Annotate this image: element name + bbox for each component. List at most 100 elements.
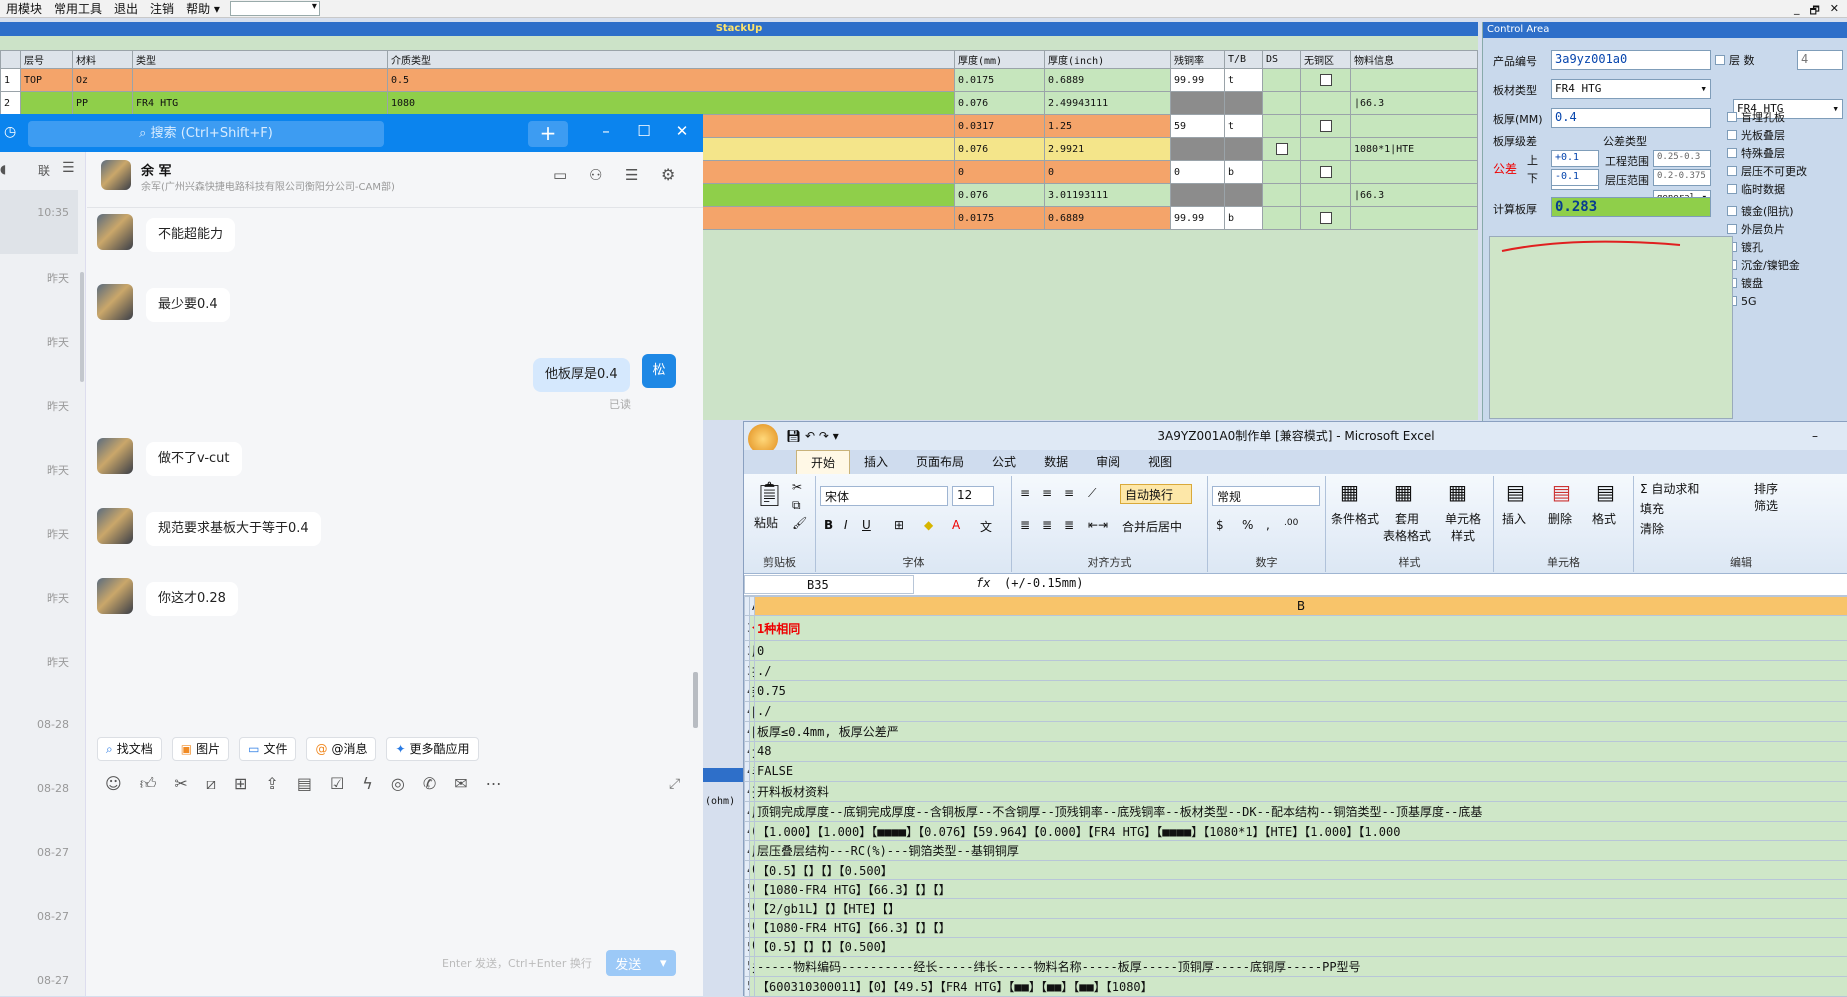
cell-mm[interactable]: 0.076 — [955, 184, 1045, 207]
cell-b[interactable]: 0.75 — [755, 681, 1847, 701]
cell-residual[interactable] — [1171, 184, 1225, 207]
cell-layer[interactable]: TOP — [21, 69, 73, 92]
cell-tb[interactable] — [1225, 138, 1263, 161]
layers-checkbox[interactable] — [1715, 55, 1725, 65]
check-enig[interactable]: 沉金/镍钯金 — [1727, 256, 1847, 274]
cell-info[interactable] — [1351, 161, 1478, 184]
cell-info[interactable] — [1351, 115, 1478, 138]
indent-icon[interactable]: ⇤⇥ — [1088, 518, 1108, 532]
messages-scrollbar[interactable] — [693, 672, 698, 728]
mail-icon[interactable]: ✉ — [454, 774, 467, 794]
cell-info[interactable] — [1351, 207, 1478, 230]
underline-icon[interactable]: U — [862, 518, 871, 532]
cell-a[interactable]: 合拼板数 — [750, 616, 755, 641]
video-icon[interactable]: ◎ — [391, 774, 405, 794]
check-box[interactable] — [1727, 148, 1737, 158]
align-center-icon[interactable]: ≣ — [1042, 518, 1052, 532]
cell-ds[interactable] — [1263, 115, 1301, 138]
cell-residual[interactable]: 99.99 — [1171, 69, 1225, 92]
align-right-icon[interactable]: ≣ — [1064, 518, 1074, 532]
check-box[interactable] — [1727, 224, 1737, 234]
cell-a[interactable]: 【P片】 — [750, 976, 755, 996]
message-bubble[interactable]: 最少要0.4 — [146, 288, 230, 322]
check-box[interactable] — [1727, 184, 1737, 194]
cell-nocopper[interactable] — [1301, 115, 1351, 138]
lower-input[interactable]: -0.1 — [1551, 169, 1599, 186]
upload-icon[interactable]: ⇪ — [265, 774, 278, 794]
folder-icon[interactable]: ▭ — [553, 166, 567, 184]
cell-ds[interactable] — [1263, 92, 1301, 115]
cell-a[interactable]: 03 — [750, 899, 755, 918]
format-cells-button[interactable]: 格式 — [1592, 510, 1616, 527]
currency-icon[interactable]: $ — [1216, 518, 1224, 532]
check-bare-stack[interactable]: 光板叠层 — [1727, 126, 1847, 144]
menu-item-tools[interactable]: 常用工具 — [48, 0, 108, 17]
conversation-scrollbar[interactable] — [80, 272, 84, 382]
layers-input[interactable]: 4 — [1797, 50, 1843, 70]
cell-inch[interactable]: 0.6889 — [1045, 69, 1171, 92]
cell-a[interactable]: 限制批量 — [750, 701, 755, 721]
font-size-select[interactable]: 12 — [952, 486, 994, 506]
cell-a[interactable]: 层压叠层结构 — [750, 841, 755, 861]
sort-filter-button[interactable]: 排序 筛选 — [1754, 480, 1778, 514]
border-icon[interactable]: ⊞ — [894, 518, 904, 532]
sender-avatar[interactable] — [97, 438, 133, 474]
autosum-button[interactable]: Σ 自动求和 — [1640, 480, 1699, 497]
message-bubble-self[interactable]: 他板厚是0.4 — [533, 358, 630, 392]
cell-inch[interactable]: 2.9921 — [1045, 138, 1171, 161]
cell-a[interactable]: 01 — [750, 861, 755, 880]
percent-icon[interactable]: % — [1242, 518, 1253, 532]
cell-a[interactable]: 技术中心难度板 — [750, 661, 755, 681]
name-box[interactable]: B35 — [744, 575, 914, 594]
doc-add-icon[interactable]: ⊞ — [234, 774, 247, 794]
cell-tb[interactable] — [1225, 184, 1263, 207]
cell-style-icon[interactable]: ▦ — [1448, 480, 1467, 504]
table-format-button[interactable]: 套用 表格格式 — [1382, 510, 1432, 544]
find-doc-button[interactable]: ⌕找文档 — [97, 737, 162, 761]
cell-residual[interactable]: 99.99 — [1171, 207, 1225, 230]
cell-residual[interactable] — [1171, 138, 1225, 161]
cell-ds[interactable] — [1263, 138, 1301, 161]
ds-checkbox[interactable] — [1276, 143, 1288, 155]
menu-item-logout[interactable]: 注销 — [144, 0, 180, 17]
cell-dielectric[interactable]: 1080 — [388, 92, 955, 115]
expand-icon[interactable]: ⤢ — [669, 776, 680, 792]
cell-b[interactable]: 顶铜完成厚度--底铜完成厚度--含铜板厚--不含铜厚--顶残铜率--底残铜率--… — [755, 801, 1847, 821]
cell-b[interactable]: -----物料编码----------经长-----纬长-----物料名称---… — [755, 956, 1847, 976]
align-top-icon[interactable]: ≡ — [1020, 486, 1030, 500]
cell-tb[interactable] — [1225, 92, 1263, 115]
phone-icon[interactable]: ✆ — [423, 774, 436, 794]
cell-b[interactable]: ./ — [755, 701, 1847, 721]
cell-tb[interactable]: t — [1225, 115, 1263, 138]
cell-nocopper[interactable] — [1301, 92, 1351, 115]
product-no-input[interactable]: 3a9yz001a0 — [1551, 50, 1711, 70]
cell-residual[interactable]: 59 — [1171, 115, 1225, 138]
cell-mm[interactable]: 0.076 — [955, 92, 1045, 115]
add-button[interactable]: + — [528, 121, 568, 147]
tab-insert[interactable]: 插入 — [850, 450, 902, 474]
cell-tb[interactable]: t — [1225, 69, 1263, 92]
cell-type[interactable] — [133, 69, 388, 92]
cell-info[interactable]: |66.3 — [1351, 92, 1478, 115]
message-bubble[interactable]: 做不了v-cut — [146, 442, 242, 476]
clear-button[interactable]: 清除 — [1640, 520, 1664, 537]
cell-a[interactable]: 限制批量备注 — [750, 721, 755, 741]
close-icon[interactable]: ✕ — [672, 122, 692, 140]
insert-cells-button[interactable]: 插入 — [1502, 510, 1526, 527]
cell-residual[interactable]: 0 — [1171, 161, 1225, 184]
scissors-icon[interactable]: ✂ — [174, 774, 187, 794]
sender-avatar[interactable] — [97, 578, 133, 614]
formula-input[interactable]: (+/-0.15mm) — [1004, 576, 1083, 590]
align-middle-icon[interactable]: ≡ — [1042, 486, 1052, 500]
minimize-icon[interactable]: – — [1812, 422, 1818, 450]
font-color-icon[interactable]: A — [952, 518, 960, 532]
cell-b[interactable]: 【1080-FR4 HTG】【66.3】【】【】 — [755, 918, 1847, 937]
cell-info[interactable]: |66.3 — [1351, 184, 1478, 207]
cell-a[interactable]: 关键物料【类型】 — [750, 956, 755, 976]
cell-info[interactable]: 1080*1|HTE — [1351, 138, 1478, 161]
cell-tb[interactable]: b — [1225, 207, 1263, 230]
filter-icon[interactable]: ◖ — [0, 162, 6, 176]
wrap-text-button[interactable]: 自动换行 — [1120, 484, 1192, 504]
message-bubble[interactable]: 不能超能力 — [146, 218, 235, 252]
cell-ds[interactable] — [1263, 184, 1301, 207]
